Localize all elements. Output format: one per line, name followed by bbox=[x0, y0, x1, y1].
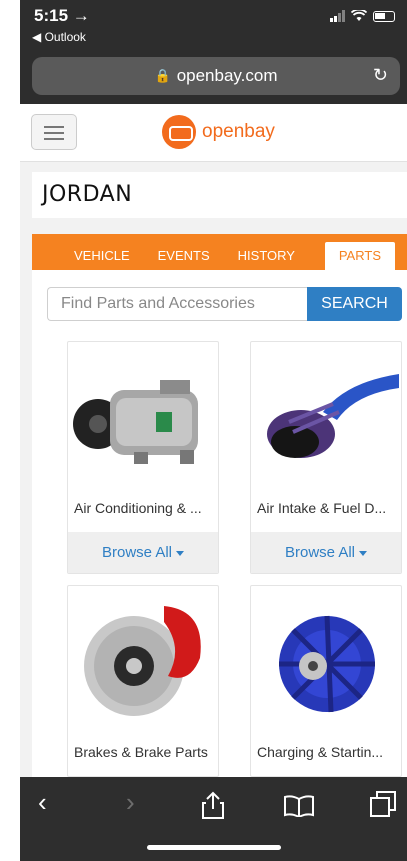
category-card[interactable]: Brakes & Brake Parts bbox=[67, 585, 219, 777]
share-icon[interactable] bbox=[202, 791, 224, 819]
category-card[interactable]: Air Intake & Fuel D... Browse All bbox=[250, 341, 402, 574]
forward-icon[interactable]: › bbox=[126, 787, 135, 818]
status-icons bbox=[330, 10, 395, 22]
browse-all-link[interactable]: Browse All bbox=[251, 532, 401, 573]
browser-toolbar: ‹ › bbox=[20, 777, 407, 861]
site-logo[interactable]: openbay bbox=[162, 115, 275, 149]
reload-icon[interactable]: ↻ bbox=[373, 65, 388, 86]
battery-icon bbox=[373, 10, 395, 22]
page-title: JORDAN bbox=[42, 182, 133, 207]
caret-down-icon bbox=[359, 550, 368, 556]
back-to-app-link[interactable]: ◀ Outlook bbox=[32, 30, 86, 44]
car-logo-icon bbox=[162, 115, 196, 149]
category-card[interactable]: Charging & Startin... bbox=[250, 585, 402, 777]
signal-icon bbox=[330, 10, 345, 22]
search-button[interactable]: SEARCH bbox=[307, 287, 402, 321]
tab-parts[interactable]: PARTS bbox=[324, 242, 395, 270]
brake-disc-image bbox=[84, 606, 201, 716]
wifi-icon bbox=[351, 10, 367, 21]
parts-panel: SEARCH Air Conditioning & ... Browse All bbox=[32, 270, 407, 777]
browse-all-label: Browse All bbox=[284, 544, 356, 561]
bookmarks-icon[interactable] bbox=[284, 795, 314, 817]
parts-search-input[interactable] bbox=[47, 287, 307, 321]
tabs-icon[interactable] bbox=[370, 791, 396, 817]
tab-events[interactable]: EVENTS bbox=[144, 242, 224, 270]
tab-history[interactable]: HISTORY bbox=[224, 242, 309, 270]
category-name: Brakes & Brake Parts bbox=[74, 744, 208, 760]
vehicle-title-bar: JORDAN bbox=[32, 172, 407, 218]
browser-top-chrome: 5:15 → ◀ Outlook 🔒 openbay.com ↻ bbox=[20, 0, 407, 104]
ac-compressor-image bbox=[73, 380, 198, 464]
url-text: openbay.com bbox=[176, 66, 278, 85]
lock-icon: 🔒 bbox=[154, 68, 171, 83]
alternator-image bbox=[279, 615, 375, 713]
category-name: Air Conditioning & ... bbox=[74, 500, 202, 516]
status-time: 5:15 → bbox=[34, 6, 90, 25]
air-intake-image bbox=[267, 374, 399, 458]
home-indicator[interactable] bbox=[147, 845, 281, 850]
logo-text: openbay bbox=[202, 121, 275, 142]
browse-all-label: Browse All bbox=[101, 544, 173, 561]
phone-screen: 5:15 → ◀ Outlook 🔒 openbay.com ↻ openbay bbox=[20, 0, 407, 861]
category-name: Air Intake & Fuel D... bbox=[257, 500, 387, 516]
address-bar[interactable]: 🔒 openbay.com ↻ bbox=[32, 57, 400, 95]
back-icon[interactable]: ‹ bbox=[38, 787, 47, 818]
tab-vehicle[interactable]: VEHICLE bbox=[60, 242, 144, 270]
caret-down-icon bbox=[176, 550, 185, 556]
tab-bar: VEHICLE EVENTS HISTORY PARTS bbox=[32, 234, 407, 270]
category-card[interactable]: Air Conditioning & ... Browse All bbox=[67, 341, 219, 574]
category-name: Charging & Startin... bbox=[257, 744, 384, 760]
parts-search: SEARCH bbox=[47, 287, 402, 321]
browse-all-link[interactable]: Browse All bbox=[68, 532, 218, 573]
site-header: openbay bbox=[20, 104, 407, 162]
menu-button[interactable] bbox=[31, 114, 77, 150]
